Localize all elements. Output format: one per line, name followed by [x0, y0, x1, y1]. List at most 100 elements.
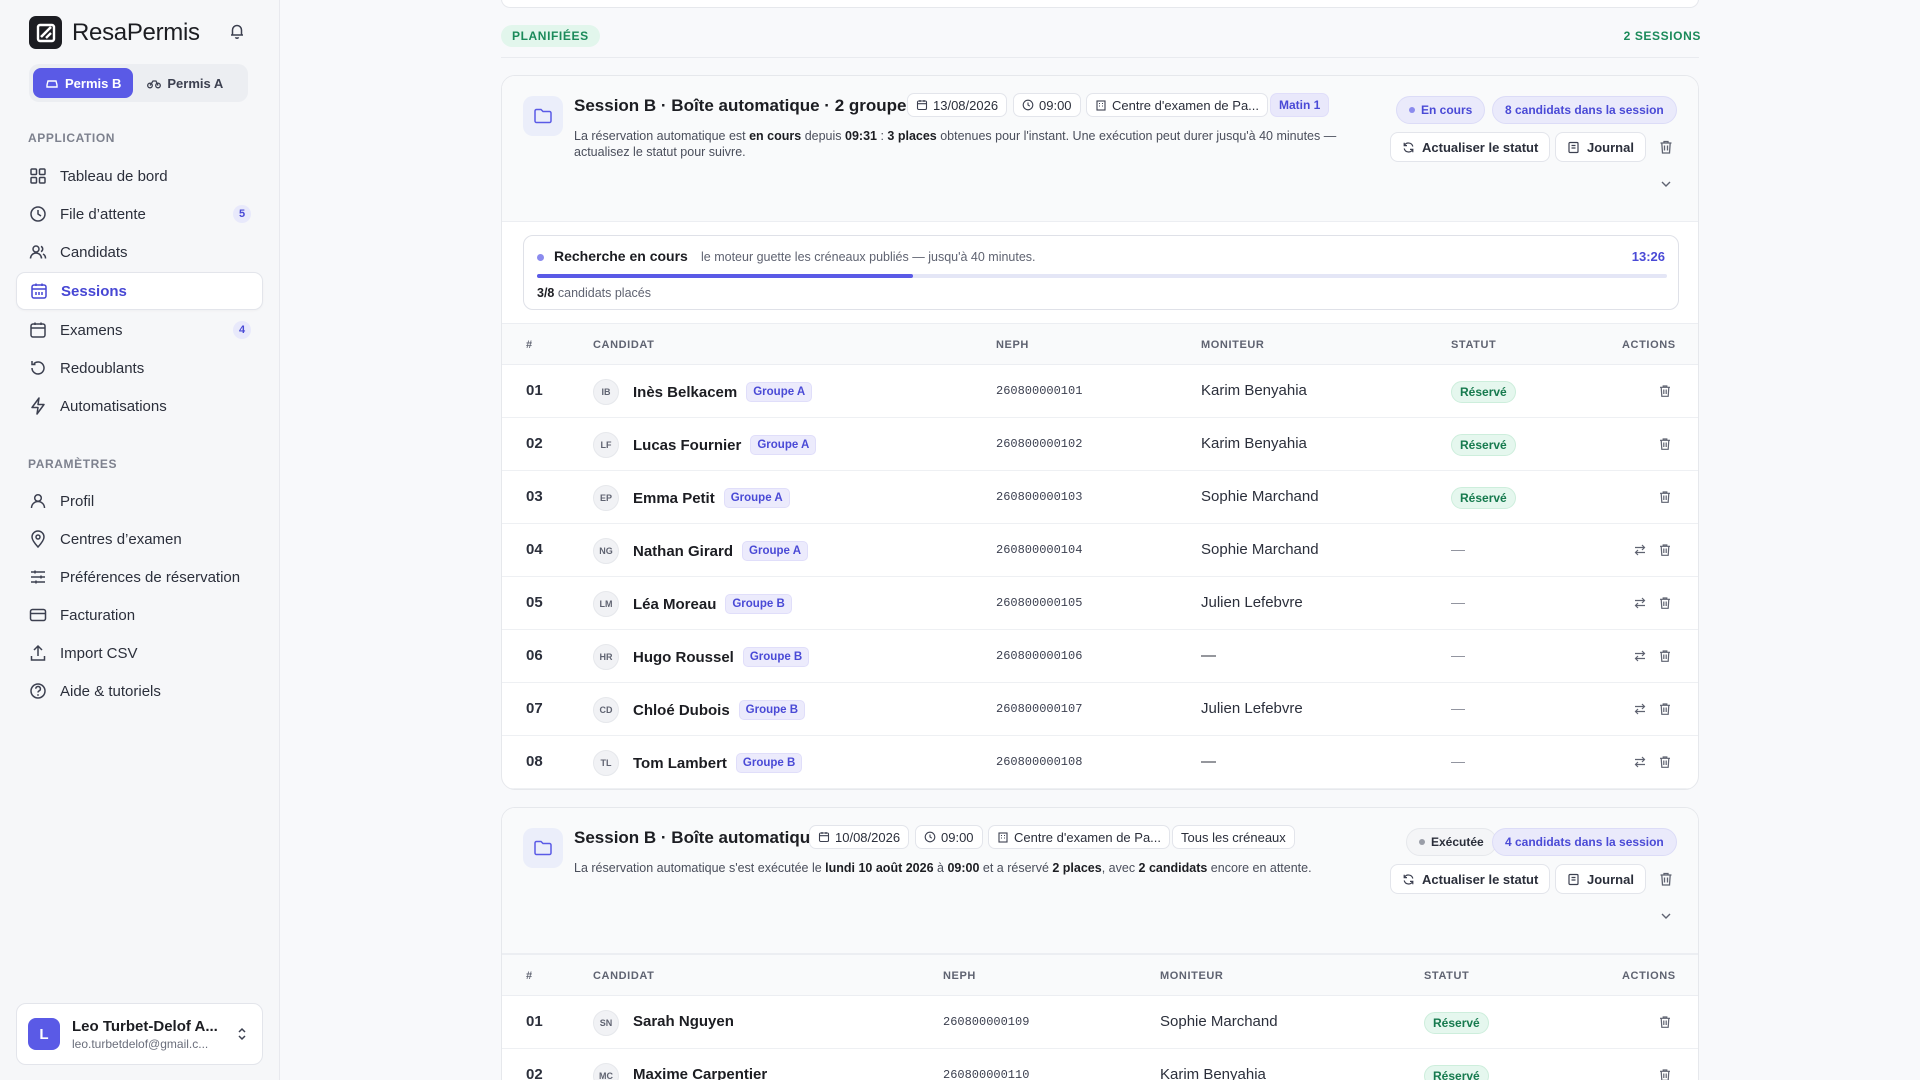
table-row[interactable]: 07 CD Chloé Dubois Groupe B 260800000107 Juli…	[502, 683, 1698, 736]
refresh-status-button[interactable]: Actualiser le statut	[1390, 132, 1551, 162]
upload-icon	[30, 644, 46, 661]
group-badge: Groupe B	[742, 647, 810, 667]
folder-icon	[523, 828, 563, 868]
user-name: Leo Turbet-Delof A...	[72, 1017, 218, 1035]
journal-button[interactable]: Journal	[1555, 132, 1646, 162]
candidate-avatar: IB	[593, 379, 619, 405]
row-number: 08	[526, 753, 543, 770]
neph-number: 260800000103	[996, 490, 1083, 504]
candidate-avatar: MC	[593, 1063, 619, 1080]
col-num: #	[526, 339, 533, 351]
permis-b-toggle[interactable]: Permis B	[33, 68, 134, 98]
swap-icon[interactable]	[1632, 648, 1648, 664]
brand[interactable]: ResaPermis	[29, 16, 200, 49]
row-number: 07	[526, 700, 543, 717]
nav-item-centres-examen[interactable]: Centres d’examen	[16, 520, 263, 558]
delete-candidate-icon[interactable]	[1657, 754, 1673, 770]
candidate-name: Léa Moreau Groupe B	[633, 594, 792, 614]
swap-icon[interactable]	[1632, 542, 1648, 558]
candidate-avatar: LM	[593, 591, 619, 617]
status-empty: —	[1451, 541, 1465, 557]
table-row[interactable]: 06 HR Hugo Roussel Groupe B 260800000106 — —	[502, 630, 1698, 683]
journal-icon	[1568, 873, 1579, 885]
table-row[interactable]: 01 IB Inès Belkacem Groupe A 260800000101 Kar…	[502, 365, 1698, 418]
delete-candidate-icon[interactable]	[1657, 648, 1673, 664]
moniteur-name: Karim Benyahia	[1201, 382, 1307, 399]
building-icon	[1096, 100, 1106, 111]
status-empty: —	[1451, 594, 1465, 610]
session-date-chip: 10/08/2026	[809, 825, 910, 849]
nav-item-examens[interactable]: Examens 4	[16, 311, 263, 349]
neph-number: 260800000106	[996, 649, 1083, 663]
nav-item-automatisations[interactable]: Automatisations	[16, 387, 263, 425]
chevron-down-icon[interactable]	[1659, 177, 1673, 191]
neph-number: 260800000110	[943, 1068, 1030, 1080]
nav-item-file-attente[interactable]: File d’attente 5	[16, 195, 263, 233]
chevron-down-icon[interactable]	[1659, 909, 1673, 923]
candidate-avatar: HR	[593, 644, 619, 670]
table-row[interactable]: 03 EP Emma Petit Groupe A 260800000103 Sophie…	[502, 471, 1698, 524]
swap-icon[interactable]	[1632, 701, 1648, 717]
delete-candidate-icon[interactable]	[1657, 1014, 1673, 1030]
moniteur-name: Sophie Marchand	[1201, 488, 1319, 505]
sliders-icon	[31, 570, 45, 584]
moniteur-name: —	[1201, 753, 1216, 770]
table-row[interactable]: 02 MC Maxime Carpentier 260800000110 Karim B…	[502, 1049, 1698, 1080]
table-row[interactable]: 01 SN Sarah Nguyen 260800000109 Sophie March…	[502, 996, 1698, 1049]
delete-session-icon[interactable]	[1657, 870, 1675, 888]
progress-count: 3/8 candidats placés	[537, 286, 651, 300]
nav-item-facturation[interactable]: Facturation	[16, 596, 263, 634]
session-header: Session B · Boîte automatique · 2 groupe…	[502, 76, 1698, 222]
delete-candidate-icon[interactable]	[1657, 383, 1673, 399]
delete-candidate-icon[interactable]	[1657, 595, 1673, 611]
candidate-avatar: CD	[593, 697, 619, 723]
col-moniteur: MONITEUR	[1201, 339, 1265, 351]
table-row[interactable]: 04 NG Nathan Girard Groupe A 260800000104 Sop…	[502, 524, 1698, 577]
moniteur-name: Sophie Marchand	[1201, 541, 1319, 558]
delete-candidate-icon[interactable]	[1657, 1067, 1673, 1080]
journal-icon	[1568, 141, 1579, 153]
nav-item-tableau-de-bord[interactable]: Tableau de bord	[16, 157, 263, 195]
candidate-name: Emma Petit Groupe A	[633, 488, 790, 508]
user-menu[interactable]: L Leo Turbet-Delof A... leo.turbetdelof@…	[16, 1003, 263, 1065]
users-icon	[29, 245, 47, 259]
table-row[interactable]: 08 TL Tom Lambert Groupe B 260800000108 — —	[502, 736, 1698, 789]
row-number: 02	[526, 1066, 543, 1080]
nav-section-parametres: PARAMÈTRES	[28, 457, 118, 471]
refresh-status-button[interactable]: Actualiser le statut	[1390, 864, 1551, 894]
clock-icon	[30, 206, 46, 222]
status-group-count: 2 SESSIONS	[1623, 29, 1701, 43]
swap-icon[interactable]	[1632, 754, 1648, 770]
nav-item-preferences[interactable]: Préférences de réservation	[16, 558, 263, 596]
col-candidat: CANDIDAT	[593, 339, 655, 351]
calendar-sessions-icon	[31, 283, 47, 299]
moniteur-name: Karim Benyahia	[1160, 1066, 1266, 1080]
bell-icon[interactable]	[228, 22, 246, 40]
candidate-name: Nathan Girard Groupe A	[633, 541, 808, 561]
nav-item-sessions[interactable]: Sessions	[16, 272, 263, 310]
row-number: 01	[526, 382, 543, 399]
nav-item-import-csv[interactable]: Import CSV	[16, 634, 263, 672]
nav-item-aide[interactable]: Aide & tutoriels	[16, 672, 263, 710]
moniteur-name: Julien Lefebvre	[1201, 594, 1303, 611]
delete-session-icon[interactable]	[1657, 138, 1675, 156]
nav-item-redoublants[interactable]: Redoublants	[16, 349, 263, 387]
nav-item-candidats[interactable]: Candidats	[16, 233, 263, 271]
delete-candidate-icon[interactable]	[1657, 701, 1673, 717]
nav-item-profil[interactable]: Profil	[16, 482, 263, 520]
candidate-avatar: EP	[593, 485, 619, 511]
delete-candidate-icon[interactable]	[1657, 489, 1673, 505]
journal-button[interactable]: Journal	[1555, 864, 1646, 894]
table-row[interactable]: 02 LF Lucas Fournier Groupe A 260800000102 Ka…	[502, 418, 1698, 471]
delete-candidate-icon[interactable]	[1657, 542, 1673, 558]
session-slot-chip: Tous les créneaux	[1172, 825, 1295, 849]
neph-number: 260800000101	[996, 384, 1083, 398]
table-row[interactable]: 05 LM Léa Moreau Groupe B 260800000105 Julien…	[502, 577, 1698, 630]
swap-icon[interactable]	[1632, 595, 1648, 611]
delete-candidate-icon[interactable]	[1657, 436, 1673, 452]
group-badge: Groupe B	[738, 700, 806, 720]
status-empty: —	[1451, 753, 1465, 769]
candidate-name: Tom Lambert Groupe B	[633, 753, 803, 773]
permis-a-toggle[interactable]: Permis A	[135, 68, 235, 98]
user-avatar: L	[28, 1018, 60, 1050]
